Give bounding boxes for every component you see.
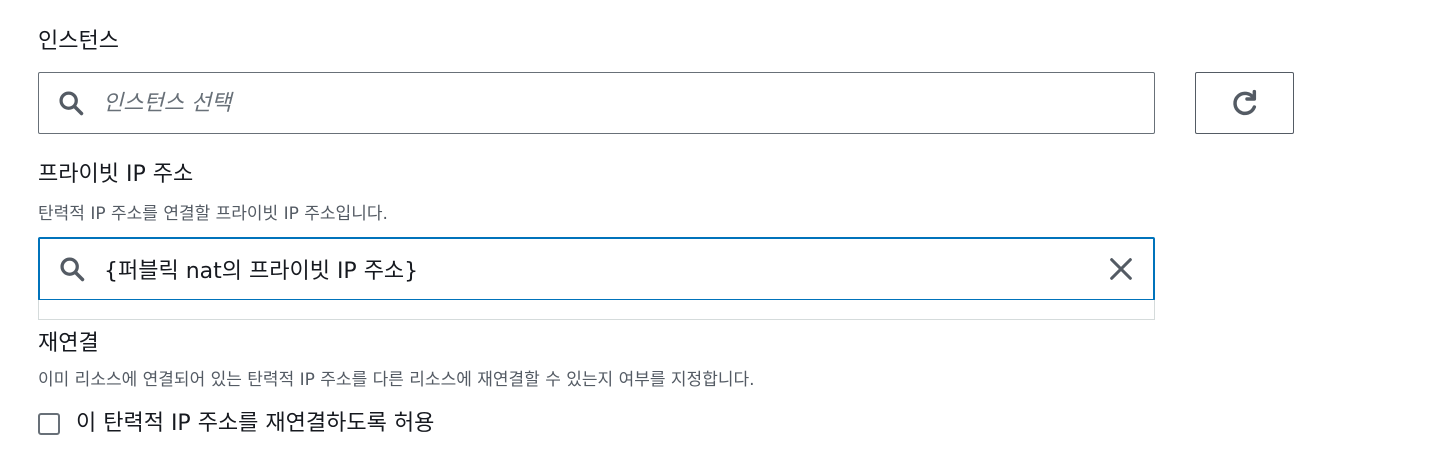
allow-reassociation-option[interactable]: 이 탄력적 IP 주소를 재연결하도록 허용 xyxy=(38,410,434,438)
dropdown-list xyxy=(38,300,1155,320)
clear-button[interactable] xyxy=(1101,249,1141,289)
refresh-icon xyxy=(1232,89,1256,116)
private-ip-search-input[interactable] xyxy=(104,239,1101,299)
close-icon xyxy=(1110,258,1132,280)
private-ip-description: 탄력적 IP 주소를 연결할 프라이빗 IP 주소입니다. xyxy=(38,204,388,224)
private-ip-label: 프라이빗 IP 주소 xyxy=(38,162,194,187)
allow-reassociation-label: 이 탄력적 IP 주소를 재연결하도록 허용 xyxy=(76,411,435,436)
search-icon xyxy=(59,91,84,116)
reassociation-description: 이미 리소스에 연결되어 있는 탄력적 IP 주소를 다른 리소스에 재연결할 … xyxy=(38,370,755,390)
private-ip-search-field[interactable] xyxy=(38,237,1155,301)
instance-search-field[interactable] xyxy=(38,72,1155,134)
instance-search-input[interactable] xyxy=(103,73,1154,133)
refresh-button[interactable] xyxy=(1195,72,1294,134)
allow-reassociation-checkbox[interactable] xyxy=(38,413,60,435)
search-icon xyxy=(60,257,85,282)
reassociation-label: 재연결 xyxy=(38,331,99,356)
instance-label: 인스턴스 xyxy=(38,29,119,54)
associate-elastic-ip-form: 인스턴스 프라이빗 IP 주소 탄력적 IP 주소를 연결할 프라이빗 IP 주… xyxy=(0,0,1440,461)
